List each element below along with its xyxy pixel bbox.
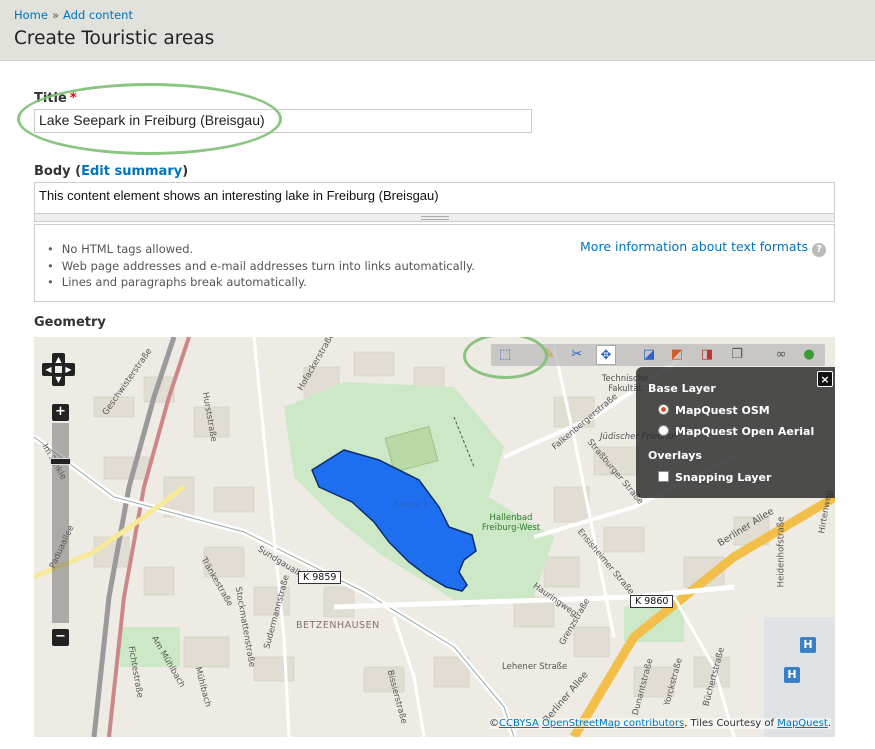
breadcrumb-add-content-link[interactable]: Add content	[63, 8, 133, 22]
help-icon[interactable]: ?	[812, 243, 826, 257]
link-icon[interactable]: ∞	[771, 345, 791, 365]
ccbysa-link[interactable]: CCBYSA	[499, 718, 539, 729]
hospital-icon: H	[784, 667, 800, 683]
map-label-heinrich: Heidenhofstraße	[776, 516, 787, 588]
tip-item: Lines and paragraphs break automatically…	[47, 274, 475, 291]
globe-icon[interactable]: ●	[799, 345, 819, 365]
body-label: Body (Edit summary)	[34, 164, 188, 179]
page-title: Create Touristic areas	[14, 28, 215, 49]
map-widget[interactable]: Seepark Hallenbad Freiburg-West BETZENHA…	[34, 337, 835, 737]
more-info-link[interactable]: More information about text formats?	[580, 239, 826, 257]
overlays-heading: Overlays	[648, 449, 702, 462]
move-icon[interactable]: ✥	[596, 345, 616, 365]
snapping-layer-checkbox[interactable]	[658, 471, 669, 482]
zoom-in-button[interactable]: +	[52, 404, 69, 421]
tips-list: No HTML tags allowed. Web page addresses…	[47, 241, 475, 291]
clear-icon[interactable]: ◨	[697, 345, 717, 365]
hospital-icon: H	[800, 637, 816, 653]
zoom-bar[interactable]	[52, 423, 69, 623]
osm-link[interactable]: OpenStreetMap contributors	[542, 718, 684, 729]
breadcrumb-home-link[interactable]: Home	[14, 8, 48, 22]
body-label-end: )	[182, 164, 189, 179]
base-layer-aerial-label[interactable]: MapQuest Open Aerial	[675, 425, 814, 438]
map-label-lehener: Lehener Straße	[502, 662, 568, 672]
attribution-tiles: , Tiles Courtesy of	[684, 718, 778, 729]
mapquest-link[interactable]: MapQuest	[777, 718, 828, 729]
zoom-slider-handle[interactable]	[50, 458, 71, 465]
more-info-text[interactable]: More information about text formats	[580, 239, 808, 254]
body-textarea[interactable]: This content element shows an interestin…	[34, 182, 835, 213]
base-layer-osm-label[interactable]: MapQuest OSM	[675, 404, 770, 417]
pan-control[interactable]: ▲ ◀ ▶ ▼	[42, 353, 76, 387]
geometry-label: Geometry	[34, 315, 106, 330]
delete-icon[interactable]: ◩	[667, 345, 687, 365]
pan-down-icon[interactable]: ▼	[52, 373, 65, 386]
base-layer-radio-aerial[interactable]	[658, 425, 669, 436]
title-highlight-oval	[17, 83, 282, 155]
copy-icon[interactable]: ❐	[727, 345, 747, 365]
map-label-lake: Seepark	[394, 500, 429, 510]
select-icon[interactable]: ◪	[639, 345, 659, 365]
body-label-text: Body (	[34, 164, 82, 179]
snapping-layer-label[interactable]: Snapping Layer	[675, 471, 771, 484]
base-layer-radio-osm[interactable]	[658, 404, 669, 415]
tip-item: Web page addresses and e-mail addresses …	[47, 258, 475, 275]
layer-switcher: × Base Layer MapQuest OSM MapQuest Open …	[636, 367, 835, 498]
road-shield-k9859: K 9859	[298, 571, 342, 584]
map-label-district: BETZENHAUSEN	[296, 620, 380, 631]
tip-item: No HTML tags allowed.	[47, 241, 475, 258]
textarea-resize-grip[interactable]	[34, 213, 835, 222]
cut-icon[interactable]: ✂	[567, 345, 587, 365]
page-header: Home» Add content Create Touristic areas	[0, 0, 875, 61]
attribution-end: .	[827, 718, 831, 729]
edit-summary-link[interactable]: Edit summary	[81, 164, 182, 179]
close-icon[interactable]: ×	[817, 371, 833, 387]
text-format-tips: No HTML tags allowed. Web page addresses…	[34, 224, 835, 302]
breadcrumb-separator: »	[51, 8, 60, 22]
map-attribution: ©CCBYSA OpenStreetMap contributors, Tile…	[489, 718, 831, 729]
road-shield-k9860: K 9860	[630, 595, 674, 608]
zoom-out-button[interactable]: −	[52, 629, 69, 646]
breadcrumb: Home» Add content	[14, 8, 133, 22]
map-label-pool: Hallenbad Freiburg-West	[481, 513, 541, 533]
base-layer-heading: Base Layer	[648, 382, 716, 395]
attribution-prefix: ©	[489, 718, 500, 729]
